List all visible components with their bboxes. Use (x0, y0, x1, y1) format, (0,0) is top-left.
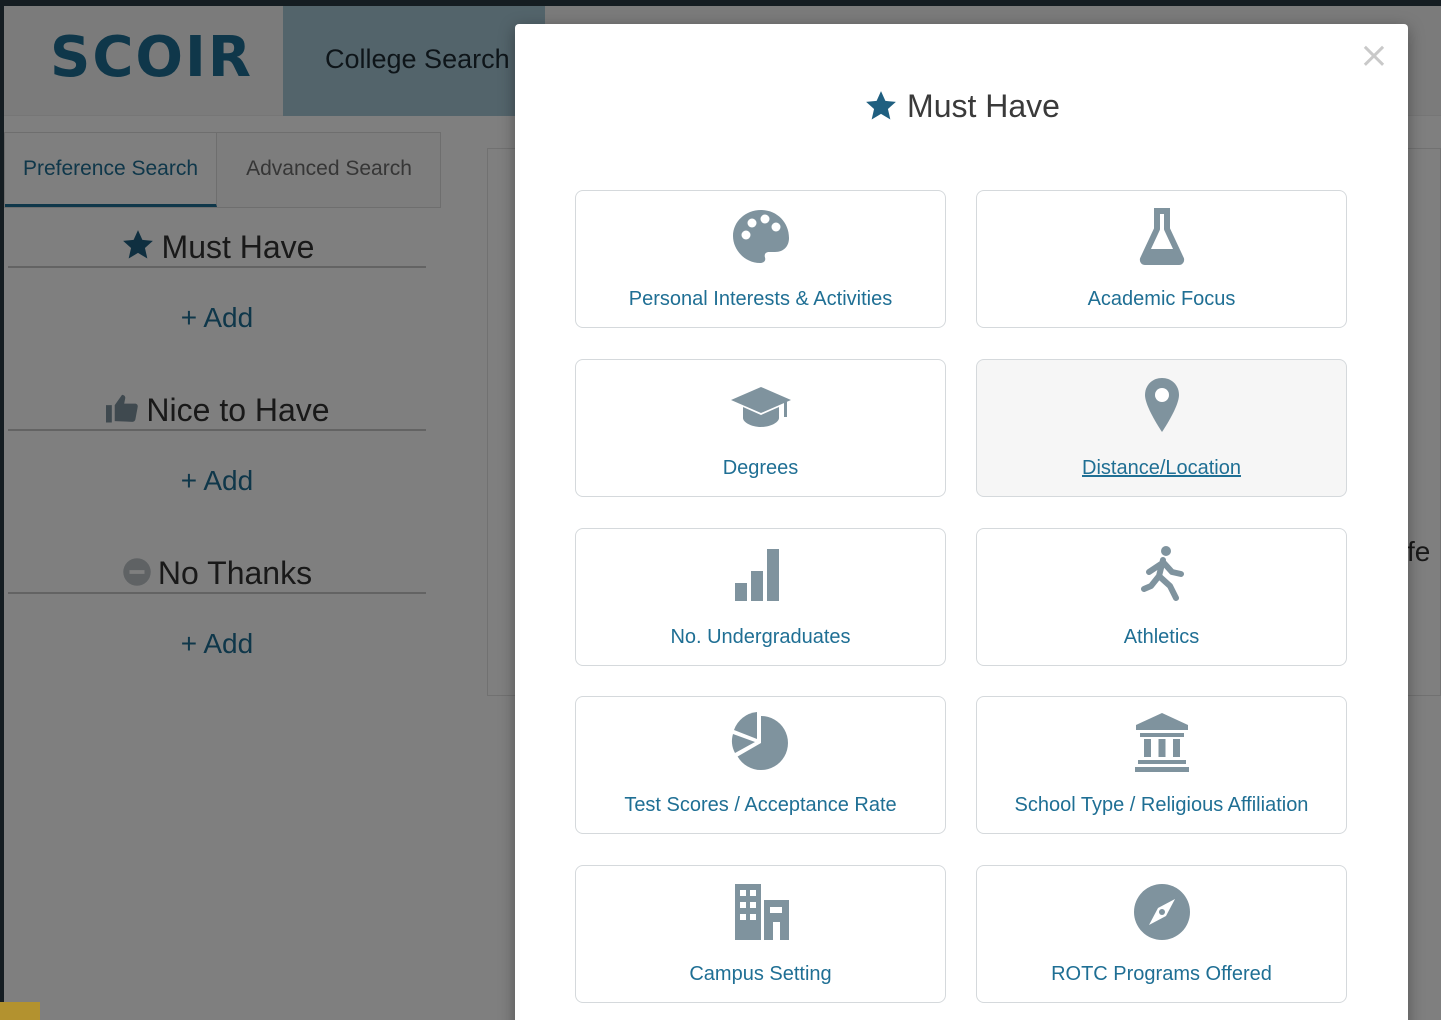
option-distance-location[interactable]: Distance/Location (976, 359, 1347, 497)
option-no-undergraduates[interactable]: No. Undergraduates (575, 528, 946, 666)
must-have-modal: × Must Have Personal Interests & Activit… (515, 24, 1408, 1020)
map-pin-icon (1144, 378, 1179, 432)
option-degrees[interactable]: Degrees (575, 359, 946, 497)
option-label: School Type / Religious Affiliation (1014, 794, 1309, 816)
option-test-scores[interactable]: Test Scores / Acceptance Rate (575, 696, 946, 834)
option-label: Athletics (1123, 626, 1200, 648)
option-rotc-programs[interactable]: ROTC Programs Offered (976, 865, 1347, 1003)
runner-icon (1140, 546, 1184, 601)
modal-title-text: Must Have (907, 88, 1060, 124)
option-school-type[interactable]: School Type / Religious Affiliation (976, 696, 1347, 834)
option-label: Personal Interests & Activities (628, 288, 893, 310)
pie-chart-icon (731, 712, 788, 770)
star-icon (866, 91, 896, 120)
option-label: Degrees (722, 457, 799, 479)
graduation-cap-icon (730, 387, 791, 427)
close-icon[interactable]: × (1356, 38, 1392, 74)
modal-title: Must Have (515, 86, 1408, 126)
option-academic-focus[interactable]: Academic Focus (976, 190, 1347, 328)
institution-icon (1134, 713, 1189, 772)
option-label: Test Scores / Acceptance Rate (624, 794, 897, 816)
option-athletics[interactable]: Athletics (976, 528, 1347, 666)
option-label: No. Undergraduates (670, 626, 851, 648)
option-personal-interests[interactable]: Personal Interests & Activities (575, 190, 946, 328)
option-label: Campus Setting (689, 963, 832, 985)
bottom-accent-strip (0, 1002, 40, 1020)
option-label: ROTC Programs Offered (1051, 963, 1272, 985)
option-label: Academic Focus (1087, 288, 1236, 310)
option-label: Distance/Location (1082, 457, 1241, 479)
compass-icon (1133, 884, 1190, 940)
bar-chart-icon (734, 549, 779, 601)
buildings-icon (734, 884, 789, 940)
palette-icon (732, 210, 789, 263)
flask-icon (1139, 208, 1184, 265)
option-campus-setting[interactable]: Campus Setting (575, 865, 946, 1003)
